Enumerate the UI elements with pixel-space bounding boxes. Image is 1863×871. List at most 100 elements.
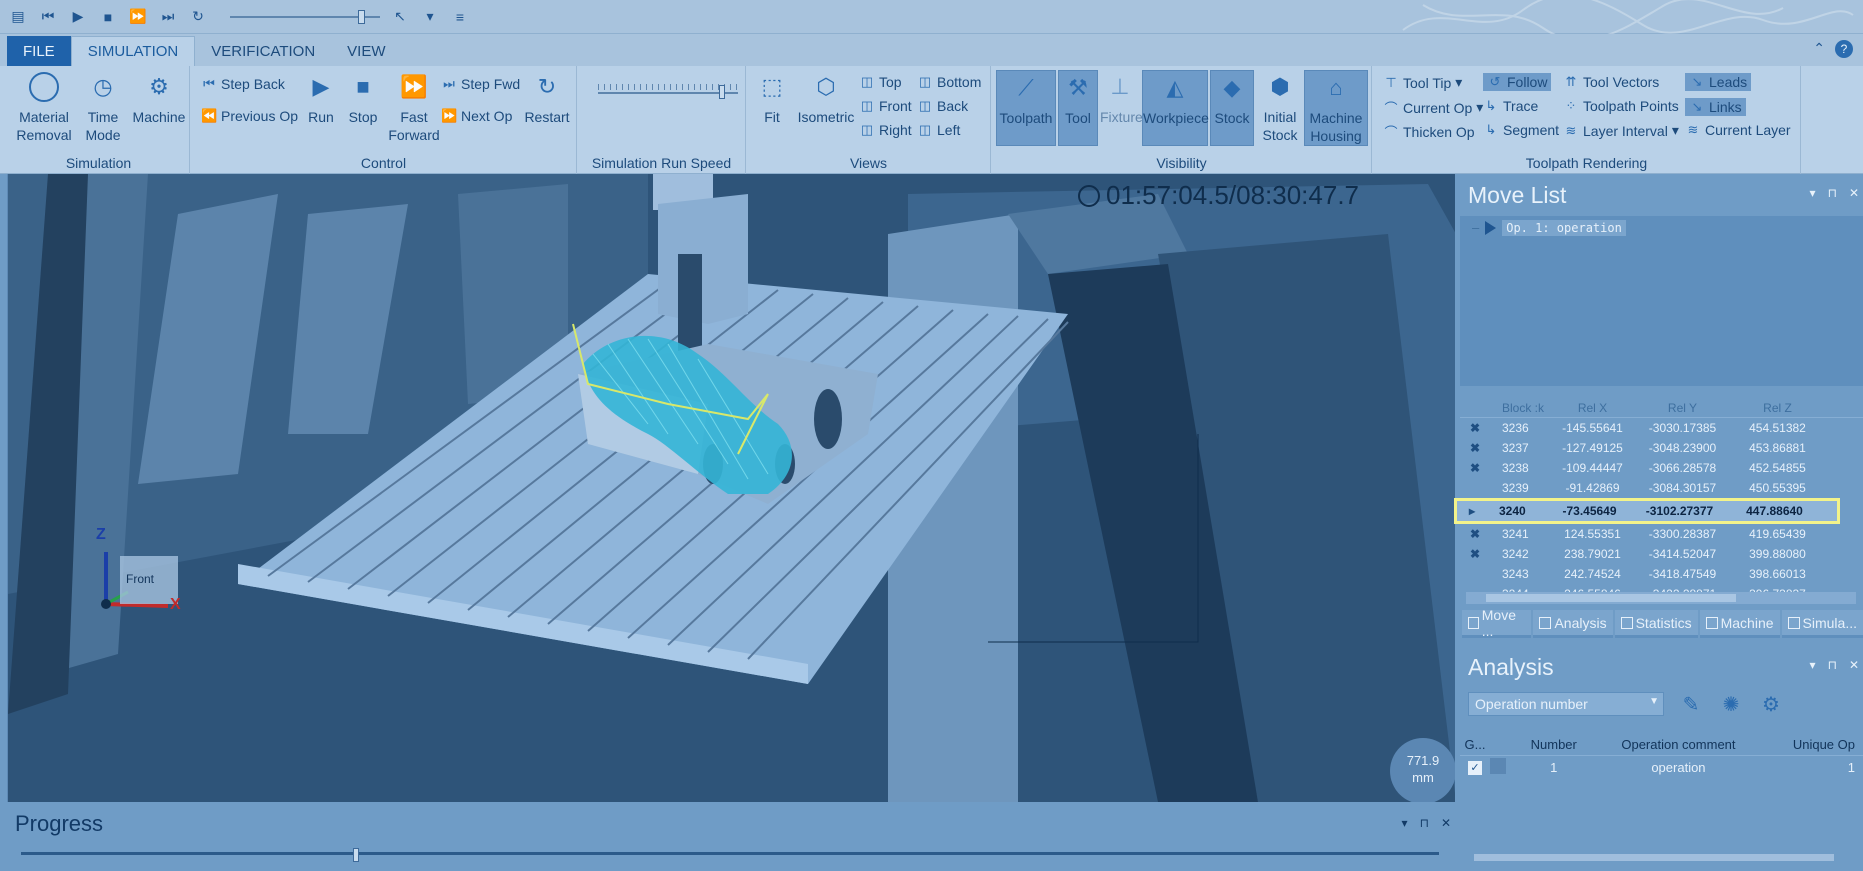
panel-menu-icon[interactable]: ▾	[1402, 816, 1408, 830]
next-op-button[interactable]: ⏩ Next Op	[441, 108, 512, 124]
pointer-icon[interactable]: ↖	[390, 7, 410, 27]
column-header-block[interactable]: Block :k	[1490, 401, 1550, 415]
restart-button[interactable]: ↻ Restart	[521, 70, 573, 126]
table-row[interactable]: ✖ 3236 -145.55641 -3030.17385 454.51382	[1460, 418, 1863, 438]
table-row[interactable]: 3239 -91.42869 -3084.30157 450.55395	[1460, 478, 1863, 498]
scrollbar-thumb[interactable]	[1486, 594, 1736, 602]
column-header-group[interactable]: G...	[1460, 737, 1490, 752]
fit-button[interactable]: ⬚ Fit	[753, 70, 791, 126]
qat-speed-slider[interactable]	[230, 7, 380, 27]
column-header-rel-x[interactable]: Rel X	[1550, 401, 1635, 415]
color-swatch[interactable]	[1489, 757, 1506, 774]
tab-analysis[interactable]: Analysis	[1533, 610, 1613, 638]
tab-move-list[interactable]: Move ...	[1462, 607, 1532, 639]
isometric-button[interactable]: ⬡ Isometric	[793, 70, 859, 126]
machine-button[interactable]: ⚙ Machine	[130, 70, 188, 126]
stop-icon[interactable]: ■	[98, 7, 118, 27]
current-layer-toggle[interactable]: ≋ Current Layer	[1685, 122, 1791, 138]
view-back-button[interactable]: ◫ Back	[917, 98, 968, 114]
segment-toggle[interactable]: ↳ Segment	[1483, 122, 1560, 138]
leads-toggle[interactable]: ↘ Leads	[1685, 73, 1752, 91]
column-header-unique-op[interactable]: Unique Op	[1763, 737, 1863, 752]
material-removal-button[interactable]: Material Removal	[14, 70, 74, 144]
simulation-speed-slider[interactable]	[598, 82, 738, 99]
toolpath-toggle[interactable]: ⟋ Toolpath	[996, 70, 1056, 146]
column-header-rel-y[interactable]: Rel Y	[1635, 401, 1730, 415]
tool-vectors-toggle[interactable]: ⇈ Tool Vectors	[1563, 74, 1660, 90]
tab-simulation[interactable]: SIMULATION	[70, 36, 196, 66]
play-icon[interactable]: ▶	[68, 7, 88, 27]
tool-tip-button[interactable]: ⊤ Tool Tip ▾	[1383, 74, 1462, 91]
current-op-button[interactable]: ⌒ Current Op ▾	[1383, 98, 1483, 117]
pin-icon[interactable]: ⊓	[1828, 658, 1837, 672]
view-right-button[interactable]: ◫ Right	[859, 122, 912, 138]
skip-forward-icon[interactable]: ⏭	[158, 7, 178, 27]
step-back-button[interactable]: ⏮ Step Back	[201, 76, 285, 92]
collapse-ribbon-icon[interactable]: ⌃	[1813, 40, 1825, 58]
table-row[interactable]: 3243 242.74524 -3418.47549 398.66013	[1460, 564, 1863, 584]
pin-icon[interactable]: ⊓	[1420, 816, 1429, 830]
horizontal-scrollbar[interactable]	[1466, 592, 1856, 604]
table-row[interactable]: ✖ 3242 238.79021 -3414.52047 399.88080	[1460, 544, 1863, 564]
current-move-row[interactable]: ▸ 3240 -73.45649 -3102.27377 447.88640	[1454, 498, 1840, 524]
table-row[interactable]: ✓ 1 operation 1	[1460, 756, 1863, 778]
tab-simulation[interactable]: Simula...	[1781, 610, 1863, 638]
panel-menu-icon[interactable]: ▾	[1810, 186, 1816, 200]
fast-forward-icon[interactable]: ⏩	[128, 7, 148, 27]
fast-forward-button[interactable]: ⏩ Fast Forward	[387, 70, 441, 144]
column-header-rel-z[interactable]: Rel Z	[1730, 401, 1825, 415]
settings-icon[interactable]: ✺	[1718, 691, 1744, 717]
cube-front-label[interactable]: Front	[126, 572, 154, 586]
tool-toggle[interactable]: ⚒ Tool	[1058, 70, 1098, 146]
close-icon[interactable]: ✕	[1849, 186, 1859, 200]
view-top-button[interactable]: ◫ Top	[859, 74, 902, 90]
skip-back-icon[interactable]: ⏮	[38, 7, 58, 27]
column-header-comment[interactable]: Operation comment	[1594, 737, 1764, 752]
progress-thumb[interactable]	[352, 848, 359, 862]
restart-icon[interactable]: ↻	[188, 7, 208, 27]
fixture-toggle[interactable]: ⊥ Fixture	[1100, 70, 1143, 126]
toolpath-points-toggle[interactable]: ⁘ Toolpath Points	[1563, 98, 1679, 114]
tab-file[interactable]: FILE	[7, 36, 71, 66]
previous-op-button[interactable]: ⏪ Previous Op	[201, 108, 298, 124]
view-bottom-button[interactable]: ◫ Bottom	[917, 74, 982, 90]
initial-stock-toggle[interactable]: ⬢ Initial Stock	[1256, 70, 1304, 144]
palette-icon[interactable]: ⚙	[1758, 691, 1784, 717]
operation-node[interactable]: — Op. 1: operation	[1472, 220, 1863, 236]
customize-icon[interactable]: ≡	[450, 7, 470, 27]
dropdown-icon[interactable]: ▾	[420, 7, 440, 27]
time-mode-button[interactable]: ◷ Time Mode	[80, 70, 126, 144]
visibility-checkbox[interactable]: ✓	[1467, 760, 1482, 775]
stock-toggle[interactable]: ◆ Stock	[1210, 70, 1254, 146]
links-toggle[interactable]: ↘ Links	[1685, 98, 1746, 116]
step-fwd-button[interactable]: ⏭ Step Fwd	[441, 76, 520, 92]
machine-housing-toggle[interactable]: ⌂ Machine Housing	[1304, 70, 1368, 146]
table-row[interactable]: ✖ 3241 124.55351 -3300.28387 419.65439	[1460, 524, 1863, 544]
close-icon[interactable]: ✕	[1849, 658, 1859, 672]
run-button[interactable]: ▶ Run	[301, 70, 341, 126]
workpiece-toggle[interactable]: ◭ Workpiece	[1142, 70, 1209, 146]
panel-menu-icon[interactable]: ▾	[1810, 658, 1816, 672]
progress-slider[interactable]	[21, 848, 1439, 862]
tab-statistics[interactable]: Statistics	[1614, 610, 1698, 638]
help-icon[interactable]: ?	[1835, 40, 1853, 58]
tab-verification[interactable]: VERIFICATION	[195, 36, 331, 66]
view-front-button[interactable]: ◫ Front	[859, 98, 912, 114]
pin-icon[interactable]: ⊓	[1828, 186, 1837, 200]
view-left-button[interactable]: ◫ Left	[917, 122, 961, 138]
slider-thumb[interactable]	[358, 9, 365, 24]
close-icon[interactable]: ✕	[1441, 816, 1451, 830]
horizontal-scrollbar[interactable]	[1474, 854, 1834, 861]
analysis-type-select[interactable]: Operation number ▼	[1468, 692, 1664, 716]
slider-thumb[interactable]	[718, 85, 725, 99]
trace-toggle[interactable]: ↳ Trace	[1483, 98, 1539, 114]
table-row[interactable]: ✖ 3237 -127.49125 -3048.23900 453.86881	[1460, 438, 1863, 458]
tab-view[interactable]: VIEW	[331, 36, 401, 66]
table-row[interactable]: ✖ 3238 -109.44447 -3066.28578 452.54855	[1460, 458, 1863, 478]
stop-button[interactable]: ■ Stop	[343, 70, 383, 126]
follow-toggle[interactable]: ↺ Follow	[1483, 73, 1552, 91]
thicken-op-button[interactable]: ⌒ Thicken Op	[1383, 122, 1474, 141]
layer-interval-button[interactable]: ≋ Layer Interval ▾	[1563, 122, 1679, 139]
color-wheel-icon[interactable]: ✎	[1678, 691, 1704, 717]
column-header-number[interactable]: Number	[1514, 737, 1594, 752]
